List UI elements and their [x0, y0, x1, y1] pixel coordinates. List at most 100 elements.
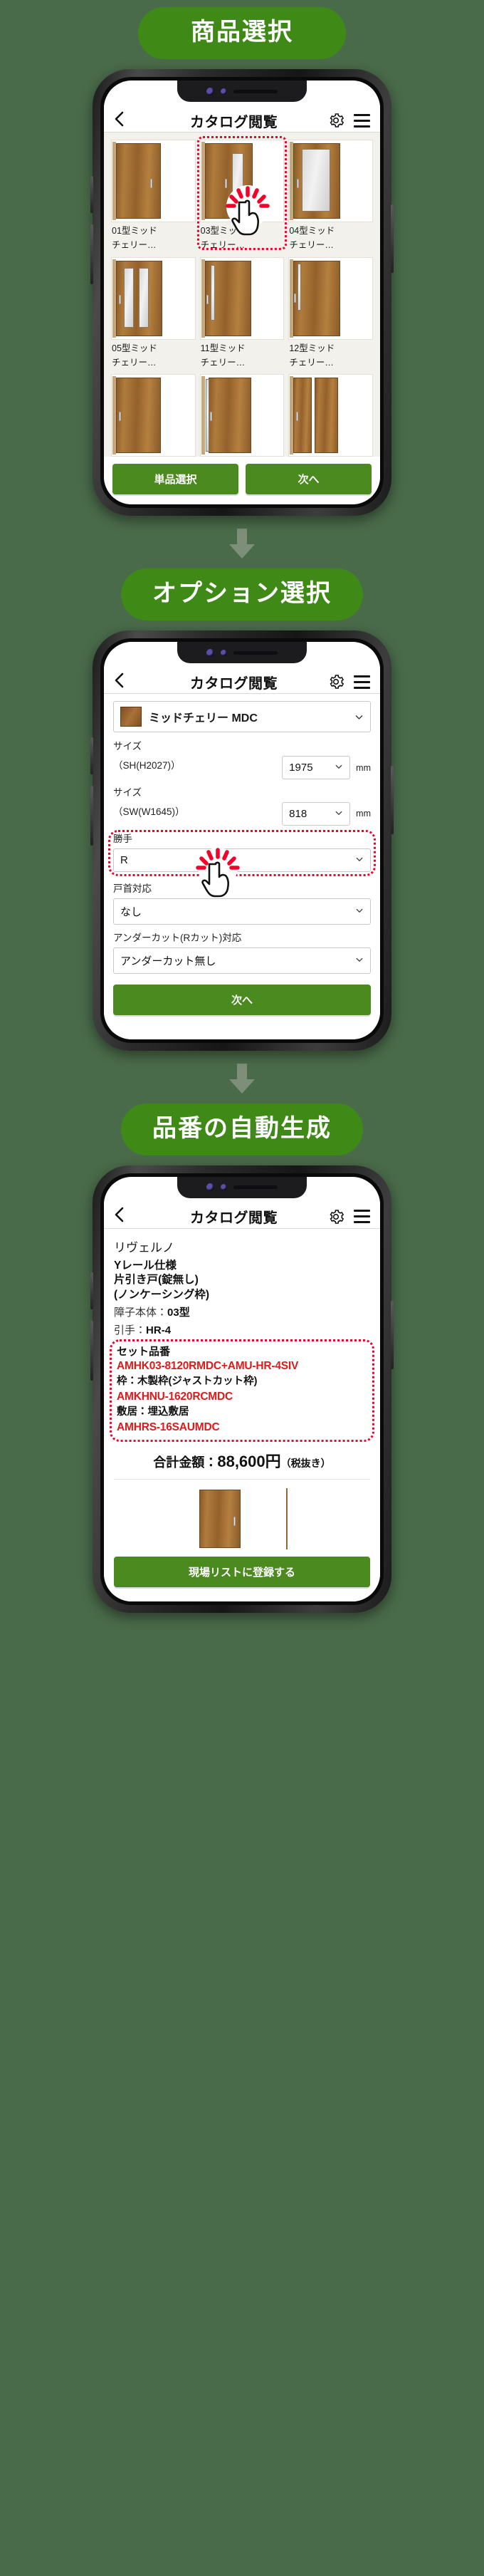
header-icons-3 — [325, 1209, 370, 1225]
door-illustration-twin-glass — [289, 375, 372, 457]
face-sensor-icon — [221, 1184, 227, 1191]
product-tile-label-line1: 11型ミッド — [200, 343, 246, 353]
chevron-down-icon — [354, 712, 364, 722]
flow-arrow-wrap-1 — [0, 527, 484, 560]
section-banner-option-selection: オプション選択 — [121, 568, 363, 621]
product-tile-label-line1: 05型ミッド — [112, 343, 157, 353]
product-thumbnail — [199, 256, 285, 340]
phone-frame-1: カタログ閲覧 01型ミッド チェリー… 03型ミッド チェリー… 04型ミッド … — [90, 69, 394, 516]
header-icons-2 — [325, 674, 370, 690]
spec-line-3: (ノンケーシング枠) — [114, 1289, 210, 1302]
product-grid: 01型ミッド チェリー… 03型ミッド チェリー… 04型ミッド チェリー… 0… — [111, 136, 373, 457]
field-height: サイズ （SH(H2027)） 1975 mm — [113, 741, 371, 780]
gear-icon[interactable] — [328, 113, 344, 128]
field-handedness: 勝手 R — [108, 829, 376, 898]
set-part-sub-2: 敷居：埋込敷居 — [117, 1406, 189, 1418]
section-banner-wrap-3: 品番の自動生成 — [0, 1103, 484, 1155]
product-tile-label-line1: 04型ミッド — [289, 226, 335, 237]
phone-notch-2 — [177, 642, 307, 664]
width-select[interactable]: 818 — [282, 801, 351, 826]
phone-bezel-2: カタログ閲覧 ミッドチェリー MDC サイズ （SH(H2027)） 1975 … — [100, 638, 384, 1043]
single-select-button[interactable]: 単品選択 — [112, 464, 238, 495]
phone-frame-2: カタログ閲覧 ミッドチェリー MDC サイズ （SH(H2027)） 1975 … — [90, 630, 394, 1051]
gear-icon[interactable] — [328, 1209, 344, 1225]
product-tile[interactable] — [199, 374, 285, 457]
gear-icon[interactable] — [328, 674, 344, 690]
phone-screen-2: カタログ閲覧 ミッドチェリー MDC サイズ （SH(H2027)） 1975 … — [104, 642, 380, 1039]
height-unit: mm — [356, 762, 371, 773]
back-button[interactable] — [114, 1206, 142, 1227]
page-title: カタログ閲覧 — [190, 675, 278, 692]
register-to-site-list-button[interactable]: 現場リストに登録する — [114, 1556, 370, 1587]
product-tile[interactable]: 12型ミッド チェリー… — [288, 256, 373, 369]
product-tile-label-line2: チェリー… — [289, 357, 334, 368]
field-label-line2: （SW(W1645)） — [113, 806, 185, 817]
product-tile-selected[interactable]: 03型ミッド チェリー… — [196, 136, 288, 251]
front-camera-icon — [206, 1183, 214, 1192]
product-tile-label-line2: チェリー… — [200, 240, 246, 251]
door-illustration-edge-strip — [289, 257, 372, 339]
hamburger-menu-icon[interactable] — [354, 675, 370, 689]
section-banner-product-selection: 商品選択 — [138, 7, 346, 60]
product-tile[interactable]: 04型ミッド チェリー… — [288, 140, 373, 251]
door-illustration-twin-glass — [112, 257, 195, 339]
section-banner-wrap-2: オプション選択 — [0, 568, 484, 621]
phone-frame-3: カタログ閲覧 リヴェルノ Yレール仕様 片引き戸(錠無し) (ノンケーシング枠) — [90, 1165, 394, 1613]
height-select[interactable]: 1975 — [282, 756, 351, 780]
set-part-number-title: セット品番 — [117, 1346, 171, 1359]
door-illustration-big-glass — [289, 140, 372, 222]
width-value: 818 — [289, 807, 307, 820]
material-selector[interactable]: ミッドチェリー MDC — [113, 701, 371, 733]
flow-arrow-wrap-2 — [0, 1062, 484, 1095]
chevron-left-icon — [115, 672, 124, 687]
product-tile[interactable]: 05型ミッド チェリー… — [111, 256, 196, 369]
product-tile-label-line2: チェリー… — [112, 357, 157, 368]
page-title: カタログ閲覧 — [190, 114, 278, 130]
face-sensor-icon — [221, 88, 227, 95]
phone-bezel-1: カタログ閲覧 01型ミッド チェリー… 03型ミッド チェリー… 04型ミッド … — [100, 77, 384, 509]
product-thumbnail — [199, 374, 285, 457]
next-button[interactable]: 次へ — [246, 464, 372, 495]
attribute-row-body: 障子本体：03型 — [114, 1306, 190, 1319]
catalog-grid-section: 01型ミッド チェリー… 03型ミッド チェリー… 04型ミッド チェリー… 0… — [104, 133, 380, 457]
page-root: 商品選択 カタログ閲覧 01型ミッド チェリー… 03型ミッド チェリー… 04… — [0, 0, 484, 1620]
width-unit: mm — [356, 809, 371, 819]
product-detail: リヴェルノ Yレール仕様 片引き戸(錠無し) (ノンケーシング枠) 障子本体：0… — [104, 1228, 380, 1601]
product-thumbnail — [288, 256, 373, 340]
hamburger-menu-icon[interactable] — [354, 113, 370, 128]
catalog-action-bar: 単品選択 次へ — [104, 457, 380, 505]
product-tile-label-line2: チェリー… — [200, 357, 246, 368]
wood-swatch-icon — [120, 707, 142, 727]
field-width: サイズ （SW(W1645)） 818 mm — [113, 787, 371, 826]
field-label-line1: サイズ — [113, 741, 142, 752]
product-thumbnail — [111, 374, 196, 457]
field-undercut: アンダーカット(Rカット)対応 アンダーカット無し — [113, 933, 371, 974]
product-tile[interactable] — [288, 374, 373, 457]
product-tile-label-line2: チェリー… — [289, 240, 334, 251]
height-value: 1975 — [289, 762, 313, 774]
down-arrow-icon — [229, 529, 255, 559]
total-price-row: 合計金額：88,600円（税抜き） — [114, 1440, 370, 1480]
product-tile[interactable]: 11型ミッド チェリー… — [199, 256, 285, 369]
product-tile[interactable]: 01型ミッド チェリー… — [111, 140, 196, 251]
attribute-label: 引手 — [114, 1324, 136, 1336]
door-preview-illustration — [196, 1487, 288, 1549]
next-button[interactable]: 次へ — [113, 984, 371, 1015]
set-part-code-2: AMKHNU-1620RCMDC — [117, 1391, 233, 1403]
spec-line-2: 片引き戸(錠無し) — [114, 1274, 199, 1287]
field-label-undercut: アンダーカット(Rカット)対応 — [113, 932, 242, 943]
undercut-select[interactable]: アンダーカット無し — [113, 947, 371, 974]
door-head-select[interactable]: なし — [113, 898, 371, 925]
chevron-down-icon — [335, 808, 343, 820]
product-tile-label-line1: 12型ミッド — [289, 343, 335, 353]
hamburger-menu-icon[interactable] — [354, 1210, 370, 1224]
option-form: ミッドチェリー MDC サイズ （SH(H2027)） 1975 mm サイズ … — [104, 694, 380, 1039]
tap-pointer-icon — [220, 181, 275, 237]
section-banner-auto-part-number: 品番の自動生成 — [121, 1103, 363, 1155]
back-button[interactable] — [114, 110, 142, 131]
back-button[interactable] — [114, 672, 142, 692]
product-tile[interactable] — [111, 374, 196, 457]
set-part-code-3: AMHRS-16SAUMDC — [117, 1421, 220, 1433]
product-tile-label-line1: 01型ミッド — [112, 226, 157, 237]
undercut-value: アンダーカット無し — [120, 955, 216, 967]
